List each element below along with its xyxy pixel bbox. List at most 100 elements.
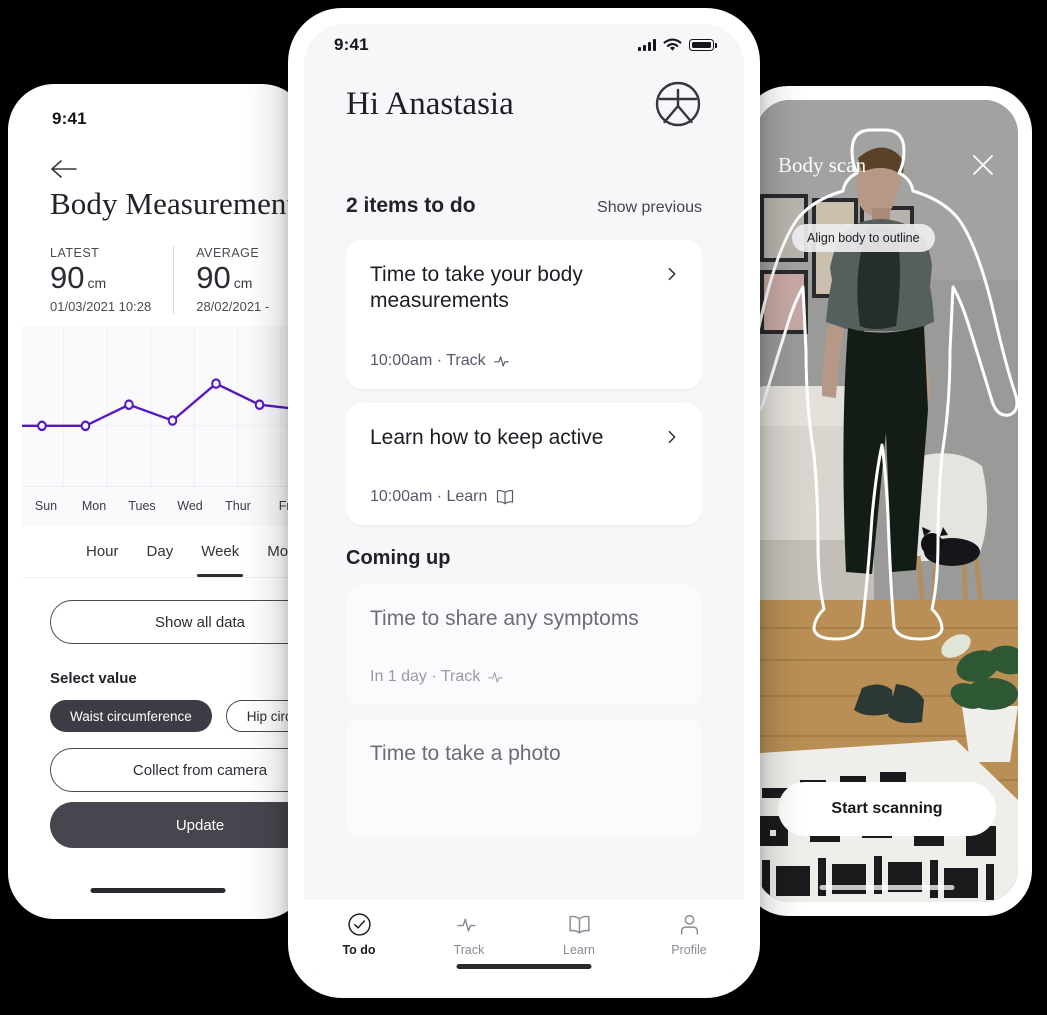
tab-label: Learn [563,943,595,957]
value-pill[interactable]: Waist circumference [50,700,212,732]
stat-date: 01/03/2021 10:28 [50,299,152,314]
todo-card-meta: 10:00am · Track [370,351,678,371]
close-icon[interactable] [970,152,996,178]
greeting-text: Hi Anastasia [346,85,514,122]
stat-label: LATEST [50,246,100,260]
pulse-icon [493,356,509,367]
home-indicator [456,964,592,969]
start-scanning-button[interactable]: Start scanning [778,782,996,836]
update-button[interactable]: Update [50,802,294,848]
chart-data-point[interactable] [124,399,134,411]
todo-card-title: Time to take a photo [370,741,561,765]
stat-value: 90 cm [196,262,269,293]
todo-card-meta: In 1 day · Track [370,667,678,687]
bottom-tab-bar: To do Track Learn Profile [304,900,744,982]
chart-x-tick: Tues [128,499,156,513]
chart-data-point[interactable] [254,399,265,411]
chart-x-tick: Sun [34,499,58,513]
cellular-signal-icon [638,39,656,51]
status-time: 9:41 [52,109,87,128]
tab-to-do[interactable]: To do [304,912,414,957]
stat-latest: LATEST 90 cm 01/03/2021 10:28 [50,246,173,314]
stat-unit: cm [87,275,107,291]
stat-label: AVERAGE [196,246,260,260]
right-screen: Body scan Align body to outline Start sc… [756,100,1018,902]
left-screen: 9:41 Body Measurements LATEST 90 cm 01/03… [22,98,294,905]
stat-value: 90 cm [50,262,151,293]
select-value-label: Select value [50,670,137,687]
tab-label: To do [342,943,376,957]
todo-card[interactable]: Learn how to keep active 10:00am · Learn [346,402,702,526]
todo-card-meta-text: 10:00am · Track [370,351,486,369]
chart-x-axis-labels: Sun Mon Tues Wed Thur Fri [22,486,294,526]
check-circle-icon [347,913,371,936]
value-pill-group: Waist circumference Hip circumference [50,700,294,732]
chart-range-tabs: HourDayWeekMonth [22,526,294,578]
show-previous-button[interactable]: Show previous [597,199,702,217]
stat-unit: cm [233,275,253,291]
book-icon [497,490,514,505]
back-arrow-icon[interactable] [50,158,82,180]
stat-number: 90 [196,260,231,295]
chart-data-point[interactable] [80,420,91,432]
todo-card-title: Time to take your body measurements [370,263,583,313]
chart-x-tick: Thur [225,499,251,513]
brand-body-logo-icon[interactable] [654,80,702,128]
chart-data-point[interactable] [211,378,221,389]
left-content: Body Measurements LATEST 90 cm 01/03/2021… [22,140,294,905]
stats-group: LATEST 90 cm 01/03/2021 10:28 AVERAGE 90 c… [50,246,291,314]
coming-up-heading: Coming up [346,547,451,570]
phone-body-scan: Body scan Align body to outline Start sc… [742,86,1032,916]
book-icon [568,915,590,934]
chart-data-point[interactable] [37,420,47,432]
center-screen: 9:41 Hi Anastasia 2 items to do Show pre… [304,24,744,982]
value-pill[interactable]: Hip circumference [225,700,294,732]
todo-card[interactable]: Time to share any symptoms In 1 day · Tra… [346,584,702,705]
status-time: 9:41 [334,35,369,54]
tab-learn[interactable]: Learn [524,912,634,957]
todo-card-meta: 10:00am · Learn [370,487,678,507]
tab-track[interactable]: Track [414,912,524,957]
chart-x-tick: Wed [177,499,203,513]
collect-from-camera-button[interactable]: Collect from camera [50,748,294,792]
range-tab-hour[interactable]: Hour [72,526,133,577]
ar-title: Body scan [778,152,867,177]
left-status-bar: 9:41 [22,98,294,140]
tab-profile[interactable]: Profile [634,912,744,957]
status-icons [638,38,717,52]
todo-card-title: Learn how to keep active [370,425,604,449]
tab-label: Track [453,943,485,957]
stat-date: 28/02/2021 - [196,299,270,314]
range-tab-week[interactable]: Week [187,526,253,577]
chevron-right-icon[interactable] [664,266,680,282]
person-icon [680,914,698,935]
stat-average: AVERAGE 90 cm 28/02/2021 - [173,246,291,314]
chart-x-tick: Mon [81,499,107,513]
chart-canvas [22,326,294,486]
range-tab-day[interactable]: Day [133,526,188,577]
ar-top-bar: Body scan [756,140,1018,190]
todo-card-meta [370,801,678,819]
home-indicator [819,885,955,890]
phone-body-measurements: 9:41 Body Measurements LATEST 90 cm 01/03… [8,84,308,919]
pulse-icon [456,918,475,932]
center-status-bar: 9:41 [304,24,744,66]
show-all-data-button[interactable]: Show all data [50,600,294,644]
screenshot-stage: 9:41 Body Measurements LATEST 90 cm 01/03… [0,0,1047,1015]
todo-card[interactable]: Time to take a photo [346,718,702,838]
chart-data-point[interactable] [167,415,178,426]
pulse-icon [488,672,504,683]
measurement-line-chart [22,326,294,486]
todo-card-list: Time to take your body measurements 10:00… [346,240,702,904]
stat-number: 90 [50,260,85,295]
align-body-hint: Align body to outline [792,224,935,252]
todo-card-meta-text: In 1 day · Track [370,667,481,685]
todo-header: Hi Anastasia [304,80,744,128]
todo-count: 2 items to do [346,194,476,217]
todo-card-meta-text: 10:00am · Learn [370,488,488,506]
todo-card[interactable]: Time to take your body measurements 10:00… [346,240,702,389]
chart-line [22,382,294,428]
wifi-icon [663,38,682,51]
chevron-right-icon[interactable] [664,429,680,445]
todo-card-title: Time to share any symptoms [370,607,639,631]
